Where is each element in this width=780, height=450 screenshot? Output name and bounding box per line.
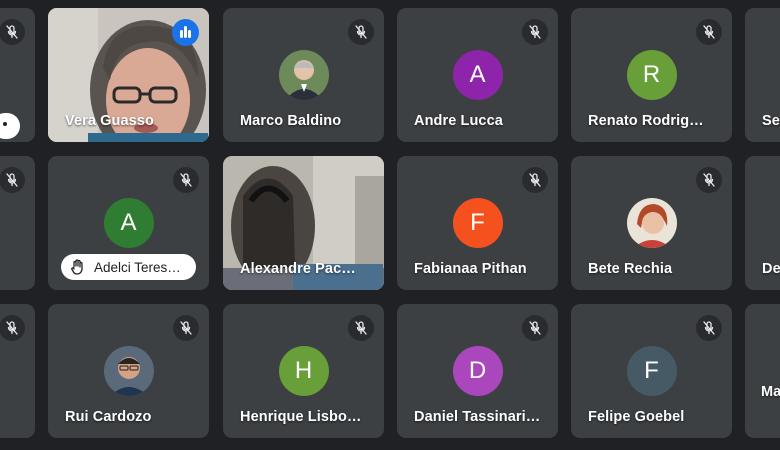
mic-off-icon — [522, 315, 548, 341]
mic-off-icon — [0, 315, 25, 341]
participant-name: Ma — [761, 384, 780, 400]
participant-name: Renato Rodrig… — [588, 113, 704, 129]
participant-tile-rui[interactable]: Rui Cardozo — [48, 304, 209, 438]
participant-name: Daniel Tassinari… — [414, 409, 541, 425]
avatar-photo — [278, 50, 329, 100]
mic-off-icon — [173, 315, 199, 341]
audio-level-icon — [172, 19, 199, 46]
participant-name: Andre Lucca — [414, 113, 503, 129]
raised-hand-chip[interactable]: Adelci Teres… — [61, 254, 196, 280]
more-options-chip[interactable] — [0, 113, 20, 139]
mic-off-icon — [0, 167, 25, 193]
participant-name: Felipe Goebel — [588, 409, 685, 425]
participant-tile-fabianaa[interactable]: F Fabianaa Pithan — [397, 156, 558, 290]
participant-tile-de[interactable]: De — [745, 156, 780, 290]
avatar-initial: A — [103, 198, 154, 248]
participant-tile-partial-left-3[interactable] — [0, 304, 35, 438]
avatar-initial: H — [278, 346, 329, 396]
avatar-photo — [103, 346, 154, 396]
participant-name: Alexandre Pac… — [240, 261, 356, 277]
avatar-initial: D — [452, 346, 503, 396]
mic-off-icon — [0, 19, 25, 45]
participant-tile-marco[interactable]: Marco Baldino — [223, 8, 384, 142]
participant-tile-bete[interactable]: Bete Rechia — [571, 156, 732, 290]
participant-tile-andre[interactable]: A Andre Lucca — [397, 8, 558, 142]
avatar-initial: A — [452, 50, 503, 100]
participant-tile-vera[interactable]: Vera Guasso — [48, 8, 209, 142]
participant-name: Adelci Teres… — [94, 260, 181, 275]
participant-tile-se[interactable]: Se — [745, 8, 780, 142]
mic-off-icon — [696, 167, 722, 193]
participant-tile-ma[interactable]: Ma — [745, 304, 780, 438]
participant-name: Se — [762, 113, 780, 129]
mic-off-icon — [522, 167, 548, 193]
mic-off-icon — [696, 19, 722, 45]
avatar-photo — [626, 198, 677, 248]
participant-tile-felipe[interactable]: F Felipe Goebel — [571, 304, 732, 438]
mic-off-icon — [173, 167, 199, 193]
mic-off-icon — [348, 315, 374, 341]
participant-tile-daniel[interactable]: D Daniel Tassinari… — [397, 304, 558, 438]
raised-hand-icon — [71, 259, 83, 275]
participant-tile-renato[interactable]: R Renato Rodrig… — [571, 8, 732, 142]
participant-tile-adelci[interactable]: A Adelci Teres… — [48, 156, 209, 290]
participant-name: Vera Guasso — [65, 113, 154, 129]
avatar-initial: F — [452, 198, 503, 248]
avatar-initial: F — [626, 346, 677, 396]
participant-tile-partial-left-2[interactable] — [0, 156, 35, 290]
participant-name: Rui Cardozo — [65, 409, 152, 425]
participant-tile-henrique[interactable]: H Henrique Lisbo… — [223, 304, 384, 438]
participant-name: Bete Rechia — [588, 261, 673, 277]
participant-name: Henrique Lisbo… — [240, 409, 362, 425]
mic-off-icon — [696, 315, 722, 341]
participant-tile-alexandre[interactable]: Alexandre Pac… — [223, 156, 384, 290]
mic-off-icon — [348, 19, 374, 45]
participant-name: De — [762, 261, 780, 277]
meeting-grid: Vera Guasso Marco Baldino A Andre Lucca … — [0, 0, 780, 450]
participant-name: Marco Baldino — [240, 113, 342, 129]
participant-name: Fabianaa Pithan — [414, 261, 527, 277]
participant-tile-partial-left-1[interactable] — [0, 8, 35, 142]
mic-off-icon — [522, 19, 548, 45]
avatar-initial: R — [626, 50, 677, 100]
